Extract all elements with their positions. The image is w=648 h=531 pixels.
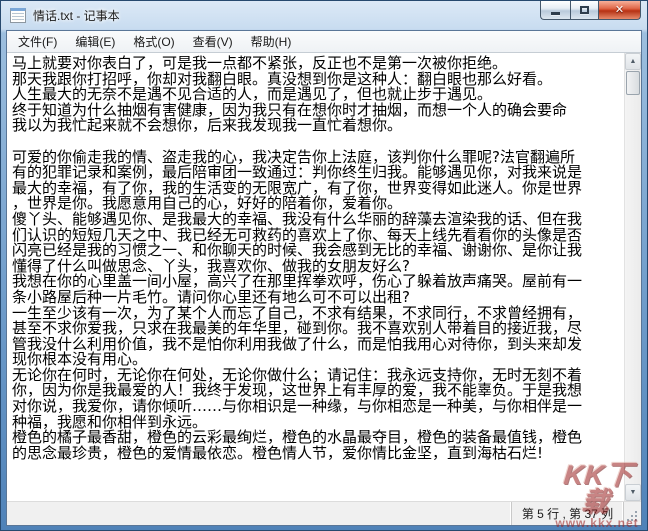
scroll-track[interactable] [625, 96, 641, 484]
menu-item-view[interactable]: 查看(V) [184, 30, 242, 53]
menu-item-format[interactable]: 格式(O) [124, 30, 183, 53]
notepad-icon [10, 8, 26, 23]
menu-item-file[interactable]: 文件(F) [9, 30, 66, 53]
close-icon: ✕ [614, 3, 625, 16]
window-title: 情话.txt - 记事本 [33, 9, 120, 23]
menu-item-help[interactable]: 帮助(H) [242, 30, 301, 53]
scroll-down-icon: ▼ [629, 489, 637, 496]
close-button[interactable]: ✕ [599, 1, 641, 20]
maximize-icon [580, 6, 589, 14]
text-content[interactable]: 马上就要对你表白了，可是我一点都不紧张，反正也不是第一次被你拒绝。 那天我跟你打… [7, 53, 624, 501]
resize-grip[interactable] [623, 502, 641, 525]
editor: 马上就要对你表白了，可是我一点都不紧张，反正也不是第一次被你拒绝。 那天我跟你打… [7, 52, 641, 501]
resize-grip-dots [635, 519, 637, 521]
scroll-down-button[interactable]: ▼ [625, 484, 641, 501]
vertical-scrollbar[interactable]: ▲ ▼ [624, 53, 641, 501]
minimize-button[interactable] [540, 1, 570, 20]
menubar: 文件(F) 编辑(E) 格式(O) 查看(V) 帮助(H) [7, 31, 641, 52]
window-controls: ✕ [540, 1, 641, 20]
client-area: 文件(F) 编辑(E) 格式(O) 查看(V) 帮助(H) 马上就要对你表白了，… [6, 30, 642, 526]
menu-item-edit[interactable]: 编辑(E) [66, 30, 124, 53]
scroll-up-icon: ▲ [629, 58, 637, 65]
statusbar: 第 5 行 , 第 37 列 [7, 501, 641, 525]
notepad-window: 情话.txt - 记事本 ✕ 文件(F) 编辑(E) 格式(O) 查看(V) 帮… [0, 0, 648, 531]
maximize-button[interactable] [570, 1, 599, 20]
scroll-thumb[interactable] [626, 71, 640, 95]
minimize-icon [551, 11, 560, 15]
scroll-up-button[interactable]: ▲ [625, 53, 641, 70]
cursor-position: 第 5 行 , 第 37 列 [511, 502, 623, 525]
